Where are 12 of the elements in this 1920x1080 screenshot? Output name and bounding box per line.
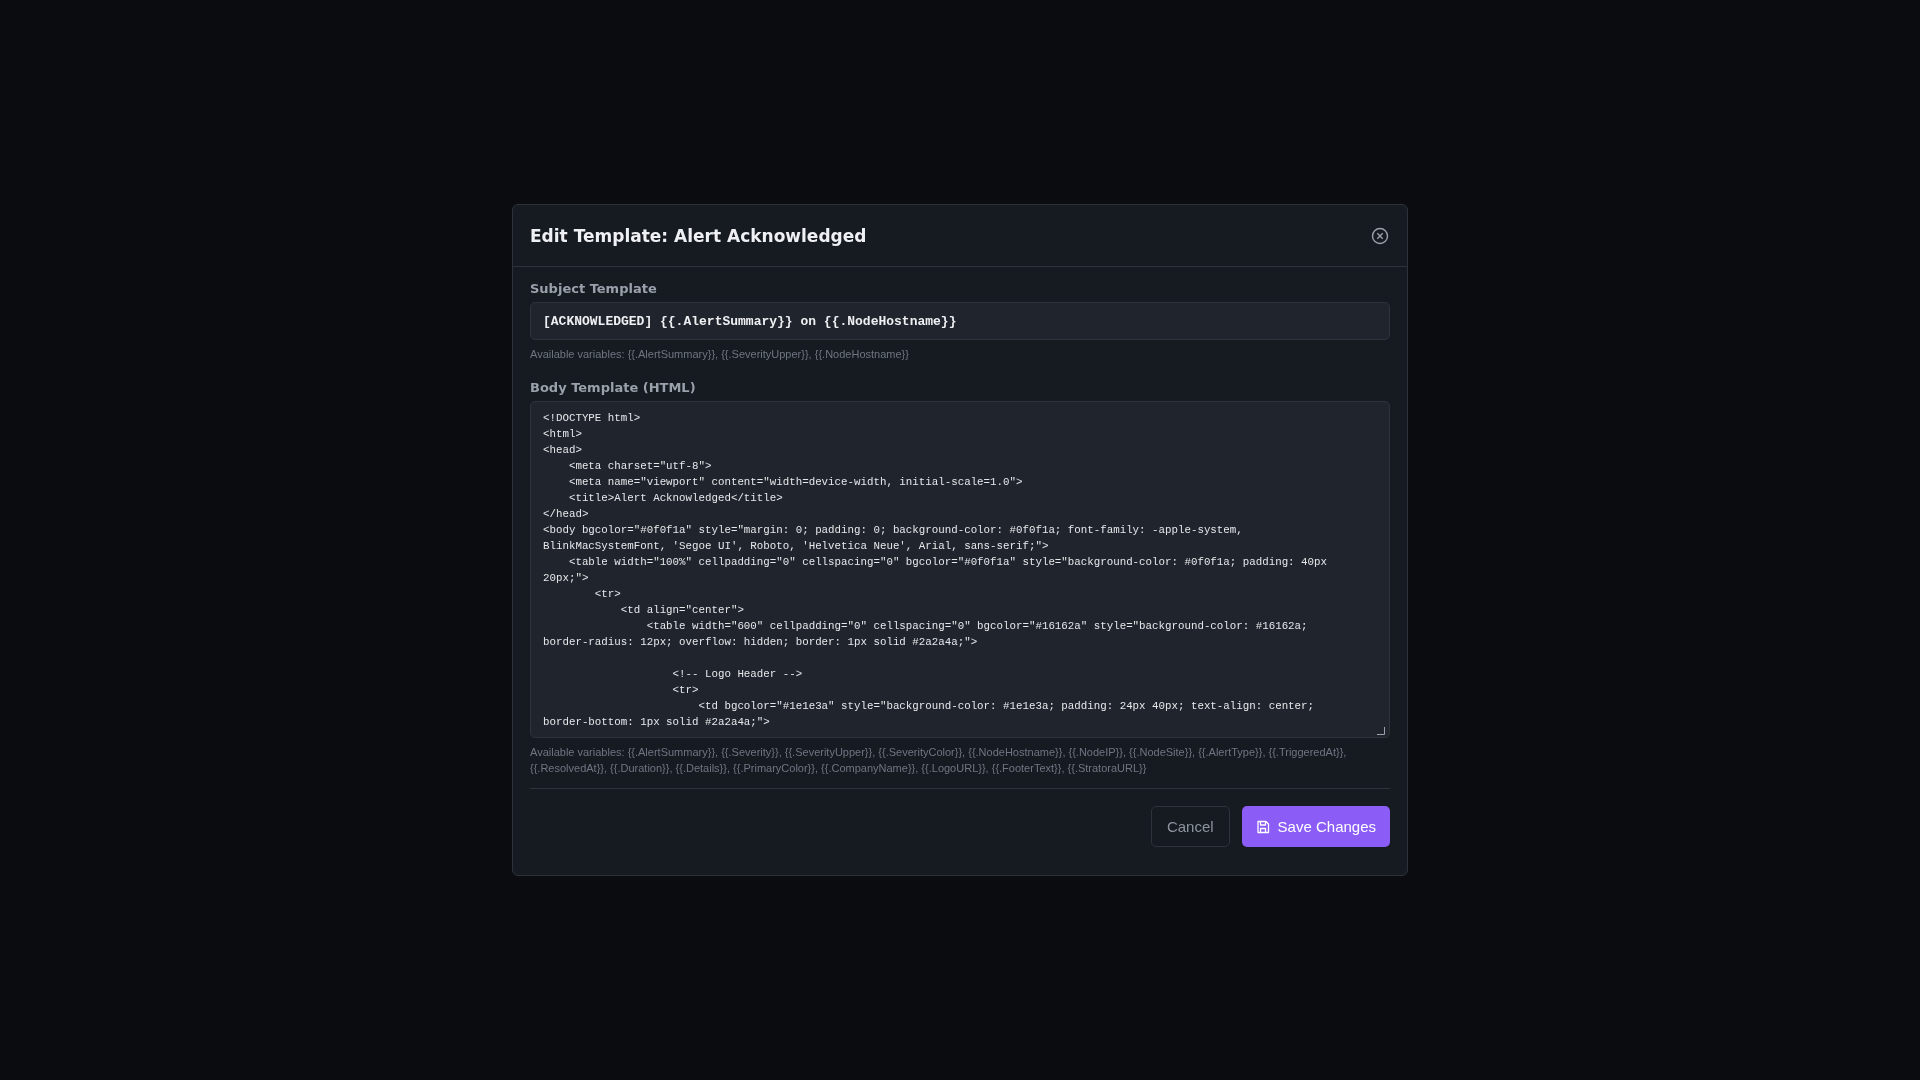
variables-hint: Available variables: {{.AlertSummary}}, {{.Severity}}, {{.SeverityUpper}}, {{.SeverityColor}}, {{.NodeHostname}}, {{.NodeIP}}, {{.NodeSite}}, {{.AlertType}}, {{.TriggeredAt}}, {{.ResolvedAt}}, {{.Duration}}, {{.Details}}, {{.PrimaryColor}}, {{.CompanyName}}, {{.LogoURL}}, {{.FooterText}}, {{.StratoraURL}} xyxy=(530,745,1348,776)
dialog-title: Edit Template: Alert Acknowledged xyxy=(530,225,867,246)
field-label: Subject Template xyxy=(530,281,658,296)
variables-hint: Available variables: {{.AlertSummary}}, {{.SeverityUpper}}, {{.NodeHostname}} xyxy=(530,347,910,362)
cancel-button[interactable]: Cancel xyxy=(1150,806,1230,847)
resize-handle-icon[interactable] xyxy=(1376,726,1385,735)
field-label: Body Template (HTML) xyxy=(530,380,697,395)
subject-input-field[interactable]: [ACKNOWLEDGED] {{.AlertSummary}} on {{.NodeHostname}} xyxy=(530,302,1390,340)
close-icon[interactable] xyxy=(1370,225,1390,246)
code-editor-field[interactable]: <!DOCTYPE html> <html> <head> <meta charset="utf-8"> <meta name="viewport" content="width=device-width, initial-scale=1.0"> <title>Alert Acknowledged</title> </head> <body bgcolor="#0f0f1a" style="margin: 0; padding: 0; background-color: #0f0f1a; font-family: -apple-system, BlinkMacSystemFont, 'Segoe UI', Roboto, 'Helvetica Neue', Arial, sans-serif;"> <table width="100%" cellpadding="0" cellspacing="0" bgcolor="#0f0f1a" style="background-color: #0f0f1a; padding: 40px 20px;"> <tr> <td align="center"> <table width="600" cellpadding="0" cellspacing="0" bgcolor="#16162a" style="background-color: #16162a; border-radius: 12px; overflow: hidden; border: 1px solid #2a2a4a;"> <!-- Logo Header --> <tr> <td bgcolor="#1e1e3a" style="background-color: #1e1e3a; padding: 24px 40px; text-align: center; border-bottom: 1px solid #2a2a4a;"> xyxy=(530,401,1390,738)
save-icon xyxy=(1255,819,1270,834)
save-button[interactable]: Save Changes xyxy=(1241,806,1390,847)
